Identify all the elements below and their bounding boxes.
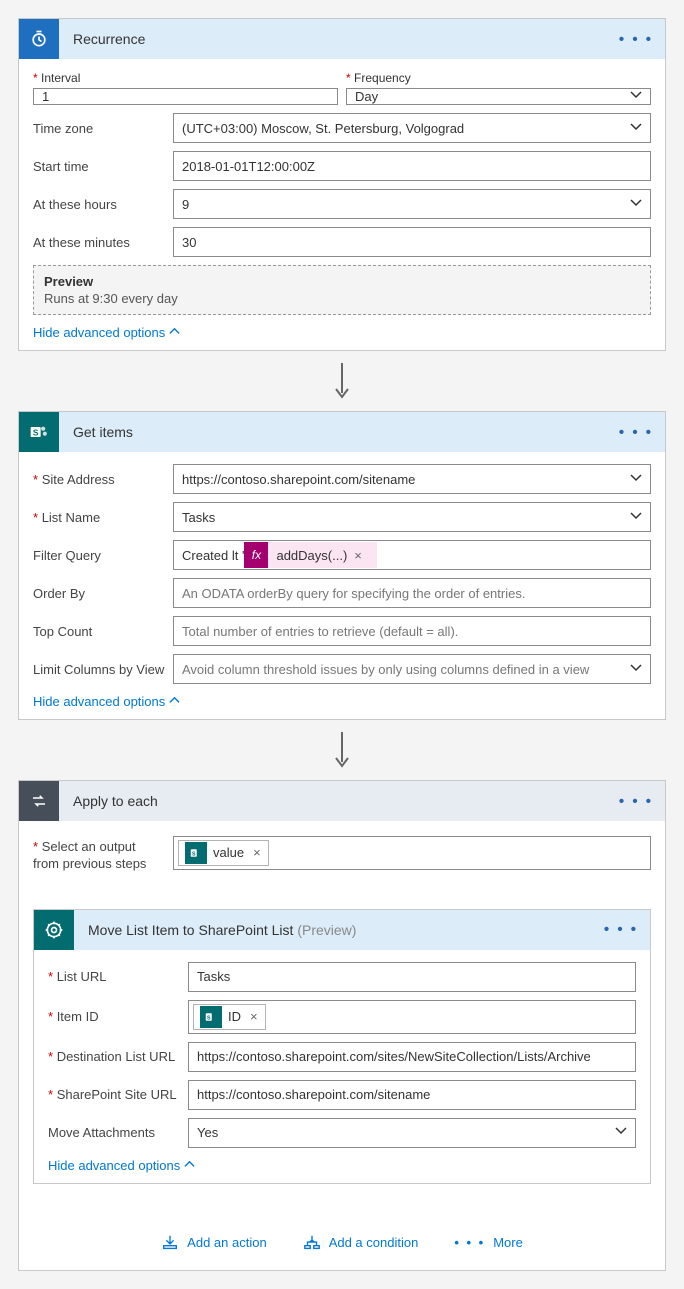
frequency-label: * Frequency [346,71,651,85]
moveitem-card: Move List Item to SharePoint List (Previ… [33,909,651,1184]
chevron-down-icon [630,89,642,104]
athours-select[interactable]: 9 [173,189,651,219]
gear-icon [34,910,74,950]
siteaddress-label: * Site Address [33,472,173,487]
listurl-input[interactable]: Tasks [188,962,636,992]
hide-advanced-link[interactable]: Hide advanced options [33,694,651,709]
interval-input[interactable]: 1 [33,88,338,105]
loop-icon [19,781,59,821]
remove-token-button[interactable]: × [246,845,268,860]
fx-icon: fx [244,542,268,568]
listurl-label: * List URL [48,969,188,984]
atminutes-input[interactable]: 30 [173,227,651,257]
card-menu-button[interactable]: • • • [619,31,653,48]
getitems-header[interactable]: S Get items • • • [19,412,665,452]
recurrence-card: Recurrence • • • * Interval 1 * Frequenc… [18,18,666,351]
desturl-input[interactable]: https://contoso.sharepoint.com/sites/New… [188,1042,636,1072]
athours-label: At these hours [33,197,173,212]
chevron-down-icon [630,121,642,136]
getitems-card: S Get items • • • * Site Address https:/… [18,411,666,720]
add-action-button[interactable]: Add an action [161,1234,267,1252]
card-menu-button[interactable]: • • • [619,793,653,810]
timezone-label: Time zone [33,121,173,136]
add-condition-button[interactable]: Add a condition [303,1234,419,1252]
chevron-down-icon [630,472,642,487]
limitcols-label: Limit Columns by View [33,662,173,677]
chevron-up-icon [184,1158,195,1173]
itemid-label: * Item ID [48,1009,188,1024]
svg-text:S: S [192,851,196,857]
recurrence-title: Recurrence [73,31,145,47]
itemid-input[interactable]: S ID × [188,1000,636,1034]
filterquery-label: Filter Query [33,548,173,563]
hide-advanced-link[interactable]: Hide advanced options [33,325,651,340]
connector-arrow [18,351,666,411]
chevron-down-icon [630,510,642,525]
timezone-select[interactable]: (UTC+03:00) Moscow, St. Petersburg, Volg… [173,113,651,143]
remove-token-button[interactable]: × [243,1009,265,1024]
preview-title: Preview [44,274,640,289]
remove-token-button[interactable]: × [347,548,369,563]
starttime-label: Start time [33,159,173,174]
svg-text:S: S [207,1015,211,1021]
select-output-input[interactable]: S value × [173,836,651,870]
value-token: S value × [178,840,269,866]
interval-label: * Interval [33,71,338,85]
connector-arrow [18,720,666,780]
card-menu-button[interactable]: • • • [604,921,638,938]
moveitem-header[interactable]: Move List Item to SharePoint List (Previ… [34,910,650,950]
desturl-label: * Destination List URL [48,1049,188,1064]
moveitem-title: Move List Item to SharePoint List (Previ… [88,922,356,938]
limitcols-select[interactable]: Avoid column threshold issues by only us… [173,654,651,684]
chevron-up-icon [169,325,180,340]
topcount-input[interactable]: Total number of entries to retrieve (def… [173,616,651,646]
starttime-input[interactable]: 2018-01-01T12:00:00Z [173,151,651,181]
select-output-label: * Select an outputfrom previous steps [33,833,173,873]
atminutes-label: At these minutes [33,235,173,250]
orderby-input[interactable]: An ODATA orderBy query for specifying th… [173,578,651,608]
recurrence-header[interactable]: Recurrence • • • [19,19,665,59]
svg-text:S: S [33,427,39,437]
more-button[interactable]: • • • More [454,1235,523,1250]
chevron-down-icon [630,662,642,677]
sharepoint-icon: S [19,412,59,452]
chevron-up-icon [169,694,180,709]
hide-advanced-link[interactable]: Hide advanced options [48,1158,636,1173]
card-menu-button[interactable]: • • • [619,424,653,441]
preview-box: Preview Runs at 9:30 every day [33,265,651,315]
topcount-label: Top Count [33,624,173,639]
moveatt-label: Move Attachments [48,1125,188,1140]
id-token: S ID × [193,1004,266,1030]
orderby-label: Order By [33,586,173,601]
listname-label: * List Name [33,510,173,525]
getitems-title: Get items [73,424,133,440]
applyeach-header[interactable]: Apply to each • • • [19,781,665,821]
preview-text: Runs at 9:30 every day [44,291,640,306]
siteaddress-select[interactable]: https://contoso.sharepoint.com/sitename [173,464,651,494]
siteurl-input[interactable]: https://contoso.sharepoint.com/sitename [188,1080,636,1110]
applyeach-title: Apply to each [73,793,158,809]
frequency-select[interactable]: Day [346,88,651,105]
moveatt-select[interactable]: Yes [188,1118,636,1148]
filterquery-input[interactable]: Created lt ' fx addDays(...) × [173,540,651,570]
listname-select[interactable]: Tasks [173,502,651,532]
applyeach-card: Apply to each • • • * Select an outputfr… [18,780,666,1271]
sharepoint-icon: S [185,842,207,864]
siteurl-label: * SharePoint Site URL [48,1087,188,1102]
chevron-down-icon [630,197,642,212]
chevron-down-icon [615,1125,627,1140]
clock-icon [19,19,59,59]
sharepoint-icon: S [200,1006,222,1028]
